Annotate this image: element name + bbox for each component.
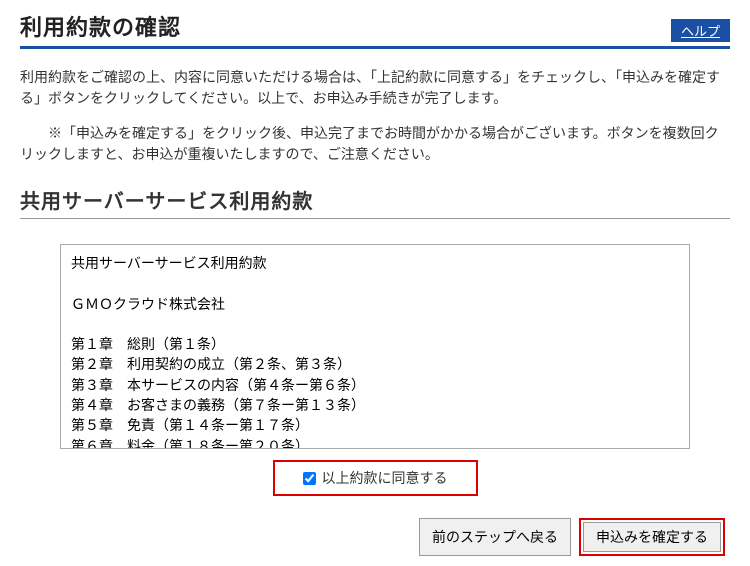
confirm-highlight: 申込みを確定する — [579, 518, 725, 556]
header: 利用約款の確認 ヘルプ — [20, 10, 730, 49]
terms-textarea[interactable] — [60, 244, 690, 449]
note-text: ※「申込みを確定する」をクリック後、申込完了までお時間がかかる場合がございます。… — [20, 123, 730, 165]
agree-label[interactable]: 以上約款に同意する — [322, 468, 448, 488]
button-row: 前のステップへ戻る 申込みを確定する — [20, 518, 730, 556]
intro-text: 利用約款をご確認の上、内容に同意いただける場合は、「上記約款に同意する」をチェッ… — [20, 67, 730, 109]
agree-row: 以上約款に同意する — [60, 460, 690, 496]
agree-highlight: 以上約款に同意する — [273, 460, 478, 496]
terms-panel: 以上約款に同意する — [20, 244, 730, 496]
agree-checkbox[interactable] — [303, 472, 316, 485]
help-link[interactable]: ヘルプ — [671, 19, 730, 42]
section-title: 共用サーバーサービス利用約款 — [20, 185, 730, 219]
page-title: 利用約款の確認 — [20, 10, 181, 42]
back-button[interactable]: 前のステップへ戻る — [419, 518, 571, 556]
confirm-button[interactable]: 申込みを確定する — [583, 522, 721, 552]
